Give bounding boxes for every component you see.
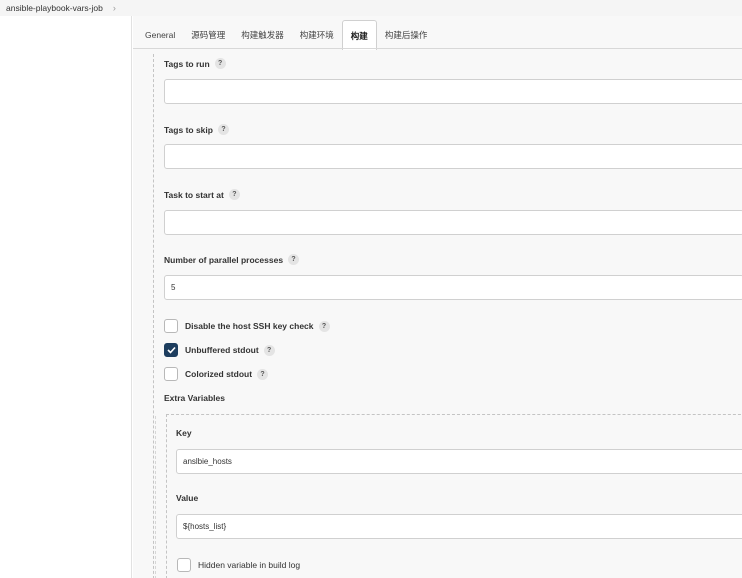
hidden-variable-row[interactable]: Hidden variable in build log [177,558,300,572]
colorized-stdout-row[interactable]: Colorized stdout ? [164,367,269,381]
tab-general[interactable]: General [137,20,183,50]
section-indent-line [153,54,154,578]
help-icon[interactable]: ? [217,124,229,135]
checkmark-icon [166,346,176,354]
config-panel: General 源码管理 构建触发器 构建环境 构建 构建后操作 Tags to… [133,16,742,578]
key-label: Key [176,428,192,438]
help-icon[interactable]: ? [263,344,275,356]
help-icon[interactable]: ? [257,368,269,380]
tab-build-triggers[interactable]: 构建触发器 [233,20,292,50]
help-icon[interactable]: ? [228,189,240,200]
tags-to-skip-input[interactable] [164,144,742,169]
task-to-start-at-input[interactable] [164,210,742,235]
left-pane [0,16,132,578]
task-to-start-at-label-text: Task to start at [164,189,224,200]
tags-to-run-label: Tags to run ? [164,58,226,69]
extra-variables-label: Extra Variables [164,393,225,403]
config-tabs: General 源码管理 构建触发器 构建环境 构建 构建后操作 [133,20,435,50]
unbuffered-stdout-checkbox[interactable] [164,343,178,357]
breadcrumb: ansible-playbook-vars-job › [0,0,742,16]
unbuffered-stdout-row[interactable]: Unbuffered stdout ? [164,343,275,357]
tags-to-run-label-text: Tags to run [164,58,210,69]
value-label: Value [176,493,199,503]
parallel-processes-input[interactable] [164,275,742,300]
hidden-variable-checkbox[interactable] [177,558,191,572]
tab-build[interactable]: 构建 [341,20,377,50]
extra-variables-box: Key Value Hidden variable in build log [166,414,742,578]
help-icon[interactable]: ? [214,58,226,69]
unbuffered-stdout-label: Unbuffered stdout [185,345,259,355]
tab-post-build[interactable]: 构建后操作 [377,20,436,50]
disable-ssh-checkbox[interactable] [164,319,178,333]
tab-divider [133,48,742,49]
disable-ssh-check-row[interactable]: Disable the host SSH key check ? [164,319,330,333]
colorized-stdout-checkbox[interactable] [164,367,178,381]
extra-variables-indent-line [155,416,156,578]
tab-source-code[interactable]: 源码管理 [183,20,233,50]
help-icon[interactable]: ? [318,320,330,332]
help-icon[interactable]: ? [288,254,300,265]
task-to-start-at-label: Task to start at ? [164,189,240,200]
value-input[interactable] [176,514,742,539]
key-input[interactable] [176,449,742,474]
hidden-variable-label: Hidden variable in build log [198,560,301,570]
disable-ssh-label: Disable the host SSH key check [185,321,314,331]
tags-to-skip-label-text: Tags to skip [164,124,213,135]
colorized-stdout-label: Colorized stdout [185,369,253,379]
parallel-processes-label-text: Number of parallel processes [164,254,284,265]
tags-to-skip-label: Tags to skip ? [164,124,229,135]
breadcrumb-job-link[interactable]: ansible-playbook-vars-job [6,3,103,13]
tab-build-environment[interactable]: 构建环境 [292,20,342,50]
parallel-processes-label: Number of parallel processes ? [164,254,300,265]
chevron-right-icon: › [112,3,116,13]
tags-to-run-input[interactable] [164,79,742,104]
